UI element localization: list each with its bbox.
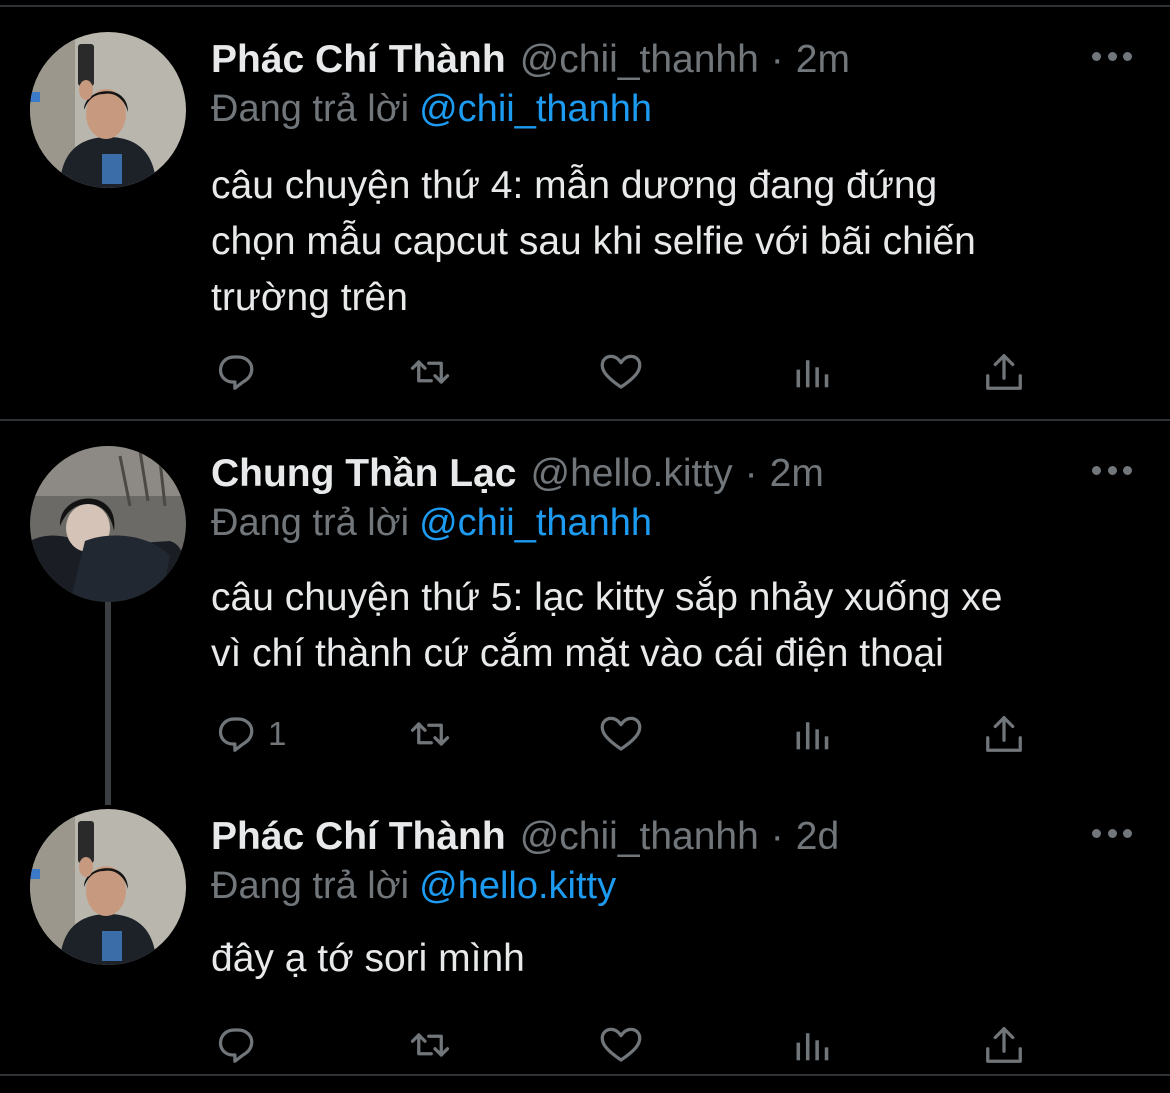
reply-button[interactable]: 1	[216, 709, 286, 759]
avatar-image	[30, 809, 186, 965]
more-icon[interactable]	[1092, 46, 1132, 66]
separator-dot: ·	[770, 815, 784, 858]
retweet-button[interactable]	[404, 1020, 456, 1070]
like-button[interactable]	[598, 1020, 644, 1070]
tweet-text: câu chuyện thứ 5: lạc kitty sắp nhảy xuố…	[211, 576, 1003, 675]
tweet-header: Phác Chí Thành @chii_thanhh · 2m	[211, 32, 850, 88]
tweet[interactable]: Phác Chí Thành @chii_thanhh · 2m Đang tr…	[0, 32, 1170, 412]
display-name[interactable]: Chung Thần Lạc	[211, 452, 517, 496]
share-icon	[986, 1027, 1022, 1063]
share-icon	[986, 354, 1022, 390]
retweet-icon	[410, 360, 450, 384]
handle[interactable]: @chii_thanhh	[520, 815, 759, 859]
analytics-icon	[796, 360, 829, 388]
retweet-icon	[410, 722, 450, 746]
replying-to-label: Đang trả lời	[211, 502, 410, 544]
retweet-button[interactable]	[404, 347, 456, 397]
retweet-icon	[410, 1033, 450, 1057]
tweet-divider	[0, 1074, 1170, 1076]
reply-icon	[218, 1028, 254, 1063]
heart-icon	[600, 354, 642, 389]
tweet-header: Phác Chí Thành @chii_thanhh · 2d	[211, 809, 839, 865]
action-bar	[0, 347, 1170, 397]
top-border	[0, 5, 1170, 7]
more-icon[interactable]	[1092, 823, 1132, 843]
avatar[interactable]	[30, 446, 186, 602]
action-bar: 1	[0, 709, 1170, 759]
views-button[interactable]	[793, 347, 833, 397]
share-button[interactable]	[982, 709, 1026, 759]
handle[interactable]: @hello.kitty	[531, 452, 733, 496]
tweet-divider	[0, 419, 1170, 421]
mention-link[interactable]: @chii_thanhh	[419, 502, 652, 544]
display-name[interactable]: Phác Chí Thành	[211, 815, 506, 859]
timestamp[interactable]: 2m	[796, 38, 850, 82]
reply-button[interactable]	[216, 347, 268, 397]
heart-icon	[600, 1027, 642, 1062]
handle[interactable]: @chii_thanhh	[520, 38, 759, 82]
mention-link[interactable]: @chii_thanhh	[419, 88, 652, 130]
views-button[interactable]	[793, 709, 833, 759]
mention-link[interactable]: @hello.kitty	[419, 865, 616, 907]
replying-to: Đang trả lời @chii_thanhh	[211, 88, 652, 131]
reply-button[interactable]	[216, 1020, 268, 1070]
display-name[interactable]: Phác Chí Thành	[211, 38, 506, 82]
replying-to-label: Đang trả lời	[211, 88, 410, 130]
separator-dot: ·	[770, 38, 784, 81]
share-button[interactable]	[982, 1020, 1026, 1070]
like-button[interactable]	[598, 709, 644, 759]
replying-to-label: Đang trả lời	[211, 865, 410, 907]
separator-dot: ·	[744, 452, 758, 495]
retweet-button[interactable]	[404, 709, 456, 759]
tweet-text: câu chuyện thứ 4: mẫn dương đang đứng ch…	[211, 164, 976, 319]
avatar[interactable]	[30, 32, 186, 188]
tweet[interactable]: Chung Thần Lạc @hello.kitty · 2m Đang tr…	[0, 446, 1170, 806]
tweet[interactable]: Phác Chí Thành @chii_thanhh · 2d Đang tr…	[0, 809, 1170, 1079]
timestamp[interactable]: 2d	[796, 815, 839, 859]
like-button[interactable]	[598, 347, 644, 397]
analytics-icon	[796, 1033, 829, 1061]
share-button[interactable]	[982, 347, 1026, 397]
replying-to: Đang trả lời @hello.kitty	[211, 865, 616, 908]
reply-icon	[218, 355, 254, 390]
reply-icon	[218, 717, 254, 752]
heart-icon	[600, 716, 642, 751]
share-icon	[986, 716, 1022, 752]
reply-count: 1	[268, 715, 287, 752]
more-icon[interactable]	[1092, 460, 1132, 480]
thread-line	[105, 602, 111, 805]
action-bar	[0, 1020, 1170, 1070]
avatar[interactable]	[30, 809, 186, 965]
views-button[interactable]	[793, 1020, 833, 1070]
tweet-header: Chung Thần Lạc @hello.kitty · 2m	[211, 446, 824, 502]
timestamp[interactable]: 2m	[770, 452, 824, 496]
replying-to: Đang trả lời @chii_thanhh	[211, 502, 652, 545]
analytics-icon	[796, 722, 829, 750]
avatar-image	[30, 32, 186, 188]
avatar-image	[30, 446, 186, 602]
tweet-text: đây ạ tớ sori mình	[211, 937, 525, 980]
